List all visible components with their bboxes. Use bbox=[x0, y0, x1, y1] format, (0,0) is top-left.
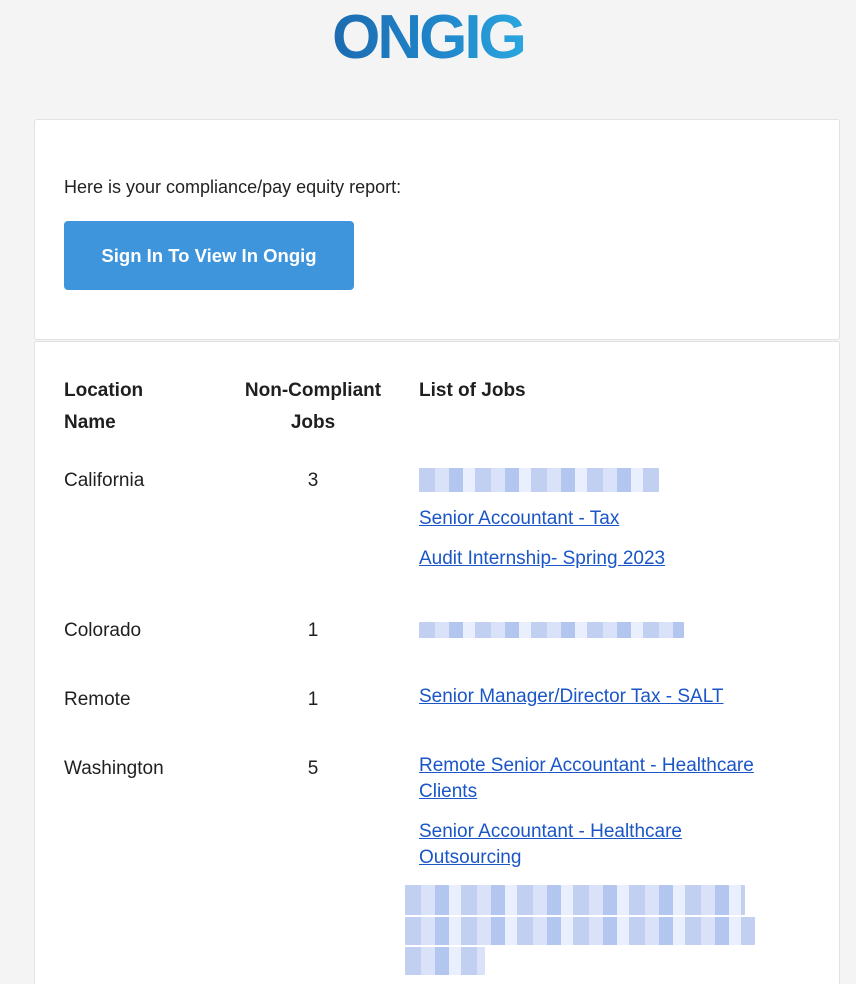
job-list bbox=[419, 622, 799, 638]
job-list: Senior Accountant - Tax Audit Internship… bbox=[419, 468, 799, 572]
header-non-compliant-jobs: Non-Compliant Jobs bbox=[244, 380, 382, 433]
redacted-job bbox=[419, 622, 684, 638]
redacted-job bbox=[405, 917, 755, 945]
header-list-of-jobs: List of Jobs bbox=[419, 380, 526, 401]
ongig-logo-mark: ONGIG bbox=[332, 4, 527, 68]
email-page: ONGIG Here is your compliance/pay equity… bbox=[0, 0, 856, 984]
job-link[interactable]: Remote Senior Accountant - Healthcare Cl… bbox=[419, 753, 789, 805]
redacted-job bbox=[405, 947, 485, 975]
job-link[interactable]: Audit Internship- Spring 2023 bbox=[419, 546, 799, 572]
job-link[interactable]: Senior Accountant - Healthcare Outsourci… bbox=[419, 819, 789, 871]
row-location: Remote bbox=[64, 689, 131, 710]
ongig-logo: ONGIG bbox=[0, 4, 856, 68]
logo-text: ONGIG bbox=[332, 4, 524, 68]
row-location: Colorado bbox=[64, 620, 142, 641]
job-link[interactable]: Senior Manager/Director Tax - SALT bbox=[419, 684, 799, 710]
intro-card: Here is your compliance/pay equity repor… bbox=[34, 119, 840, 340]
row-count: 5 bbox=[307, 758, 319, 779]
job-list: Senior Manager/Director Tax - SALT bbox=[419, 684, 799, 710]
intro-message: Here is your compliance/pay equity repor… bbox=[64, 177, 402, 197]
job-link[interactable]: Senior Accountant - Tax bbox=[419, 506, 799, 532]
row-location: Washington bbox=[64, 758, 164, 779]
redacted-job bbox=[419, 468, 659, 492]
job-list: Remote Senior Accountant - Healthcare Cl… bbox=[405, 753, 789, 975]
row-count: 1 bbox=[307, 689, 319, 710]
report-card: Location Name Non-Compliant Jobs List of… bbox=[34, 341, 840, 984]
sign-in-button[interactable]: Sign In To View In Ongig bbox=[64, 221, 354, 290]
row-count: 3 bbox=[307, 470, 319, 491]
header-location-name: Location Name bbox=[64, 380, 144, 433]
row-count: 1 bbox=[307, 620, 319, 641]
redacted-job bbox=[405, 885, 745, 915]
row-location: California bbox=[64, 470, 145, 491]
